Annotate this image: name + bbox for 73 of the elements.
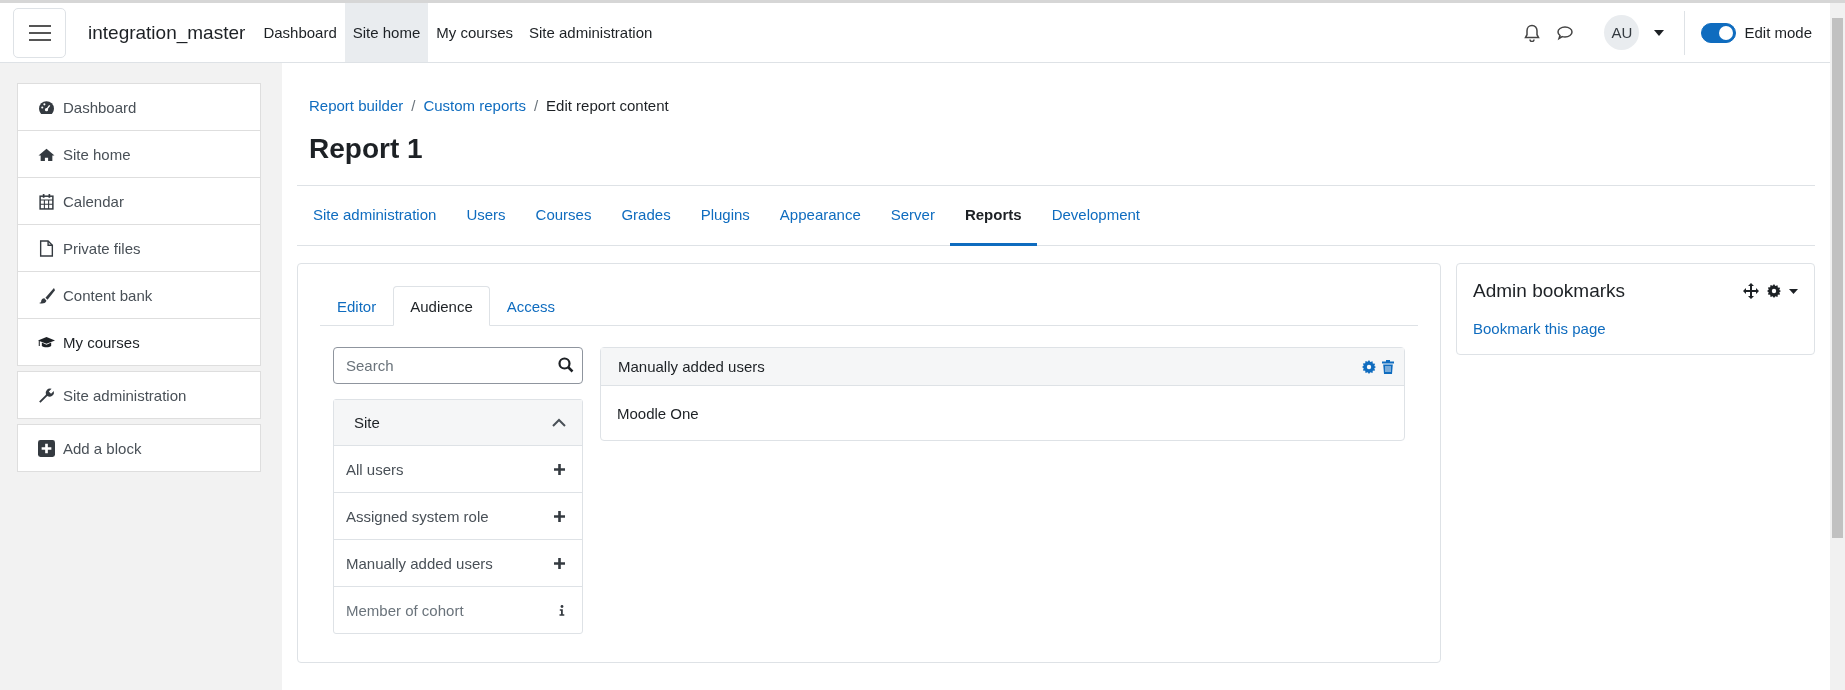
admin-tab[interactable]: Grades [606, 186, 686, 246]
search-icon [558, 357, 574, 373]
edit-mode-label: Edit mode [1744, 24, 1812, 41]
chat-bubble-icon[interactable] [1556, 24, 1575, 41]
audience-card-title: Manually added users [618, 358, 765, 375]
nav-link[interactable]: Site administration [521, 3, 661, 62]
sidebar-item[interactable]: Site home [18, 130, 260, 177]
admin-tab[interactable]: Courses [520, 186, 607, 246]
plus-icon[interactable] [554, 463, 565, 475]
file-icon [38, 239, 55, 257]
sidebar-item[interactable]: Add a block [18, 425, 260, 471]
breadcrumb-link[interactable]: Custom reports [423, 97, 526, 114]
edit-mode-toggle[interactable] [1701, 22, 1737, 43]
wrench-icon [38, 386, 55, 404]
breadcrumb-link[interactable]: Report builder [309, 97, 404, 114]
sidebar-item[interactable]: Dashboard [18, 84, 260, 130]
sidebar-item[interactable]: My courses [18, 318, 260, 365]
paintbrush-icon [38, 286, 55, 304]
condition-item[interactable]: All users [334, 446, 582, 493]
sidebar-item-label: Calendar [63, 192, 124, 210]
breadcrumb-separator: / [533, 97, 539, 114]
report-tab[interactable]: Access [489, 286, 573, 326]
nav-link[interactable]: My courses [428, 3, 521, 62]
user-avatar[interactable]: AU [1604, 15, 1640, 50]
breadcrumb-separator: / [411, 97, 416, 114]
calendar-icon [38, 192, 55, 210]
move-icon[interactable] [1743, 283, 1759, 299]
admin-tab[interactable]: Server [875, 186, 950, 246]
plus-icon[interactable] [554, 557, 565, 569]
caret-icon[interactable] [1789, 288, 1798, 294]
admin-tab[interactable]: Users [451, 186, 521, 246]
scrollbar[interactable] [1830, 3, 1845, 690]
caret-icon[interactable] [1654, 29, 1665, 36]
nav-link[interactable]: Site home [344, 3, 429, 62]
sidebar-item-label: Private files [63, 239, 141, 257]
sidebar-item[interactable]: Private files [18, 224, 260, 271]
sidebar-item-label: Site home [63, 145, 131, 163]
sidebar-item-label: Site administration [63, 386, 187, 404]
audience-card-body: Moodle One [616, 403, 700, 424]
page-title: Report 1 [309, 133, 424, 165]
menu-button[interactable] [13, 7, 66, 58]
block-title: Admin bookmarks [1473, 280, 1626, 302]
admin-tab[interactable]: Plugins [685, 186, 765, 246]
notification-bell-icon[interactable] [1524, 23, 1541, 42]
nav-link[interactable]: Dashboard [255, 3, 345, 62]
gauge-icon [38, 98, 55, 116]
breadcrumb-current: Edit report content [546, 97, 669, 114]
bookmark-link[interactable]: Bookmark this page [1473, 320, 1606, 337]
condition-item[interactable]: Assigned system role [334, 493, 582, 540]
admin-tab[interactable]: Site administration [298, 186, 452, 246]
settings-icon[interactable] [1767, 284, 1781, 298]
search-field[interactable]: Search [333, 347, 583, 384]
admin-tab[interactable]: Reports [949, 186, 1037, 246]
sidebar-item-label: Dashboard [63, 98, 137, 116]
site-name[interactable]: integration_master [88, 21, 246, 44]
trash-icon[interactable] [1382, 359, 1394, 374]
condition-item: Member of cohort [334, 587, 582, 633]
sidebar-item-label: Content bank [63, 286, 153, 304]
admin-tab[interactable]: Development [1036, 186, 1155, 246]
sidebar-item[interactable]: Site administration [18, 372, 260, 418]
category-header[interactable]: Site [334, 400, 582, 446]
sidebar-item-label: My courses [63, 333, 140, 351]
condition-item[interactable]: Manually added users [334, 540, 582, 587]
report-tab[interactable]: Audience [393, 286, 490, 326]
plus-square-icon [38, 439, 55, 457]
menu-icon [28, 23, 51, 42]
sidebar-item-label: Add a block [63, 439, 142, 457]
category-title: Site [354, 414, 380, 431]
sidebar-item[interactable]: Calendar [18, 177, 260, 224]
plus-icon[interactable] [554, 510, 565, 522]
report-tab[interactable]: Editor [320, 286, 394, 326]
admin-tab[interactable]: Appearance [764, 186, 876, 246]
sidebar-item[interactable]: Content bank [18, 271, 260, 318]
